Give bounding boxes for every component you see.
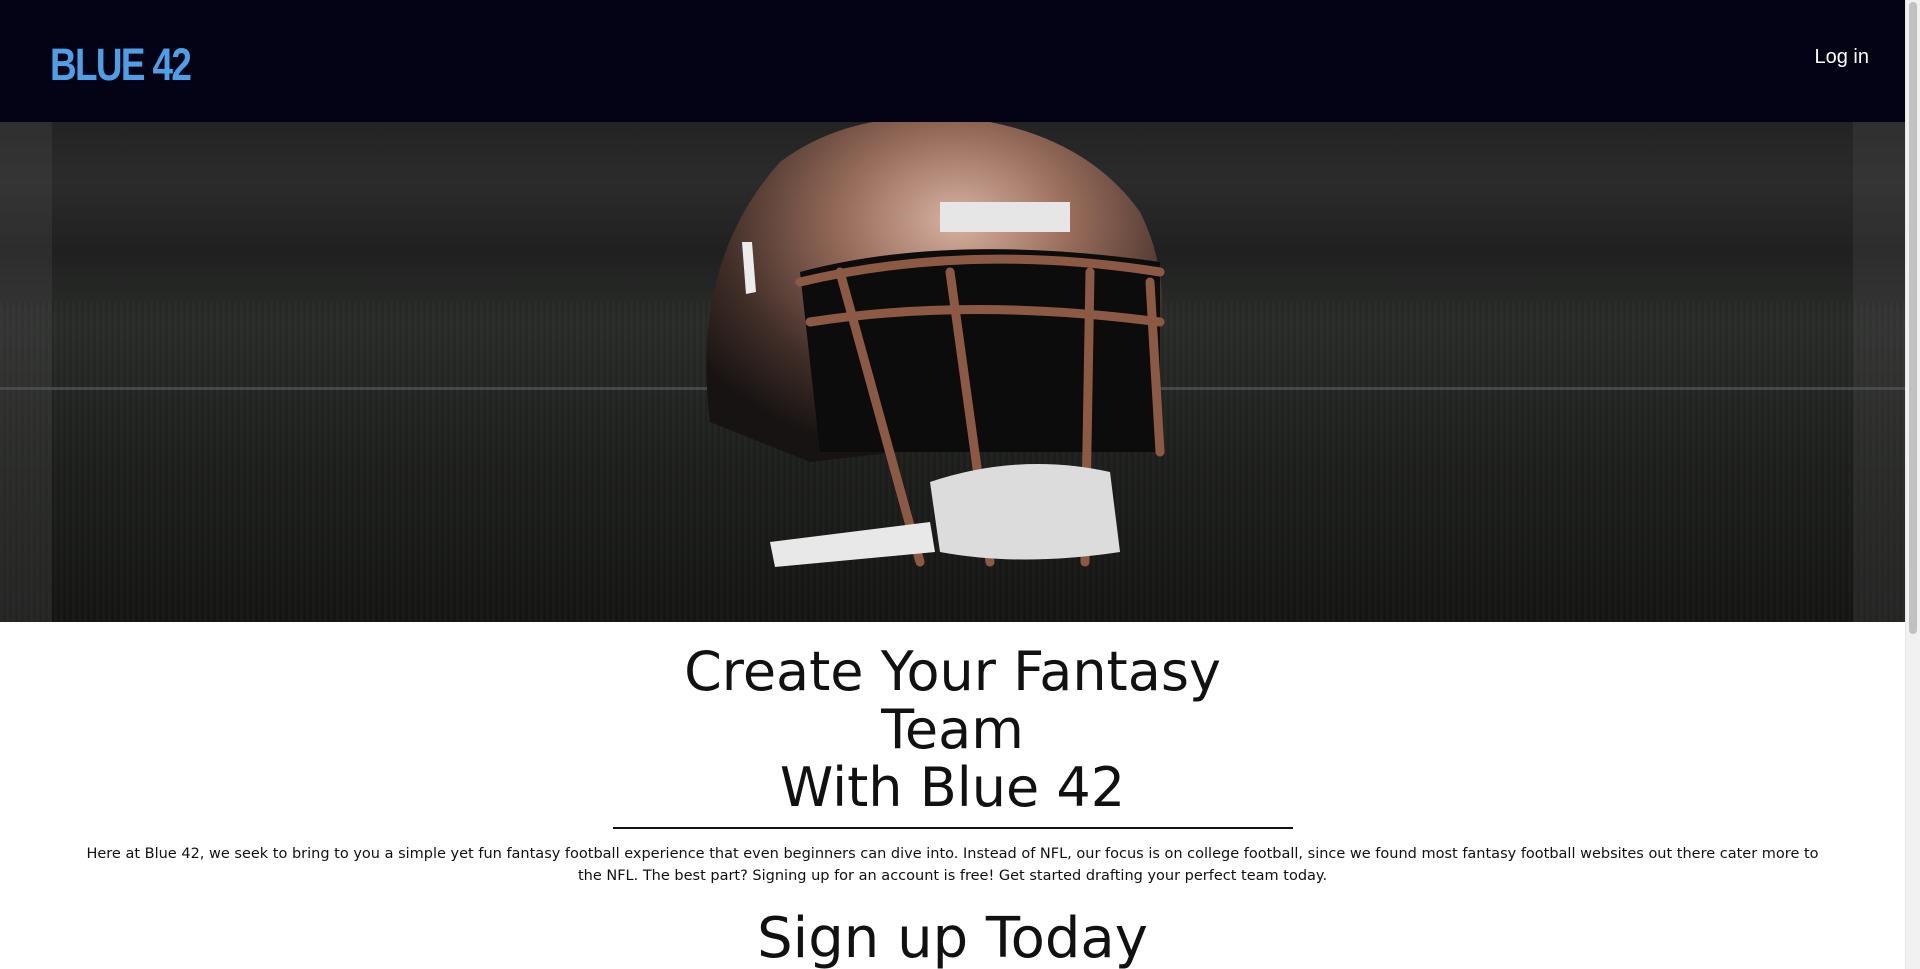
hero-right-edge — [1853, 122, 1905, 622]
brand-logo[interactable]: BLUE 42 — [50, 40, 192, 90]
scrollbar-thumb[interactable] — [1909, 2, 1917, 634]
login-link[interactable]: Log in — [1815, 46, 1870, 69]
intro-paragraph: Here at Blue 42, we seek to bring to you… — [86, 846, 1819, 884]
navbar: BLUE 42 Log in — [0, 0, 1905, 122]
helmet-icon — [706, 122, 1165, 567]
hero-image — [0, 122, 1905, 622]
main-content: Create Your Fantasy Team With Blue 42 He… — [0, 622, 1905, 969]
headline-line-1: Create Your Fantasy Team — [684, 640, 1221, 761]
vertical-scrollbar[interactable] — [1905, 0, 1920, 969]
page: BLUE 42 Log in Create Your Fantasy Team … — [0, 0, 1905, 969]
signup-heading[interactable]: Sign up Today — [735, 905, 1170, 969]
hero-left-edge — [0, 122, 52, 622]
page-title: Create Your Fantasy Team With Blue 42 — [612, 640, 1293, 829]
headline-line-2: With Blue 42 — [779, 756, 1126, 819]
